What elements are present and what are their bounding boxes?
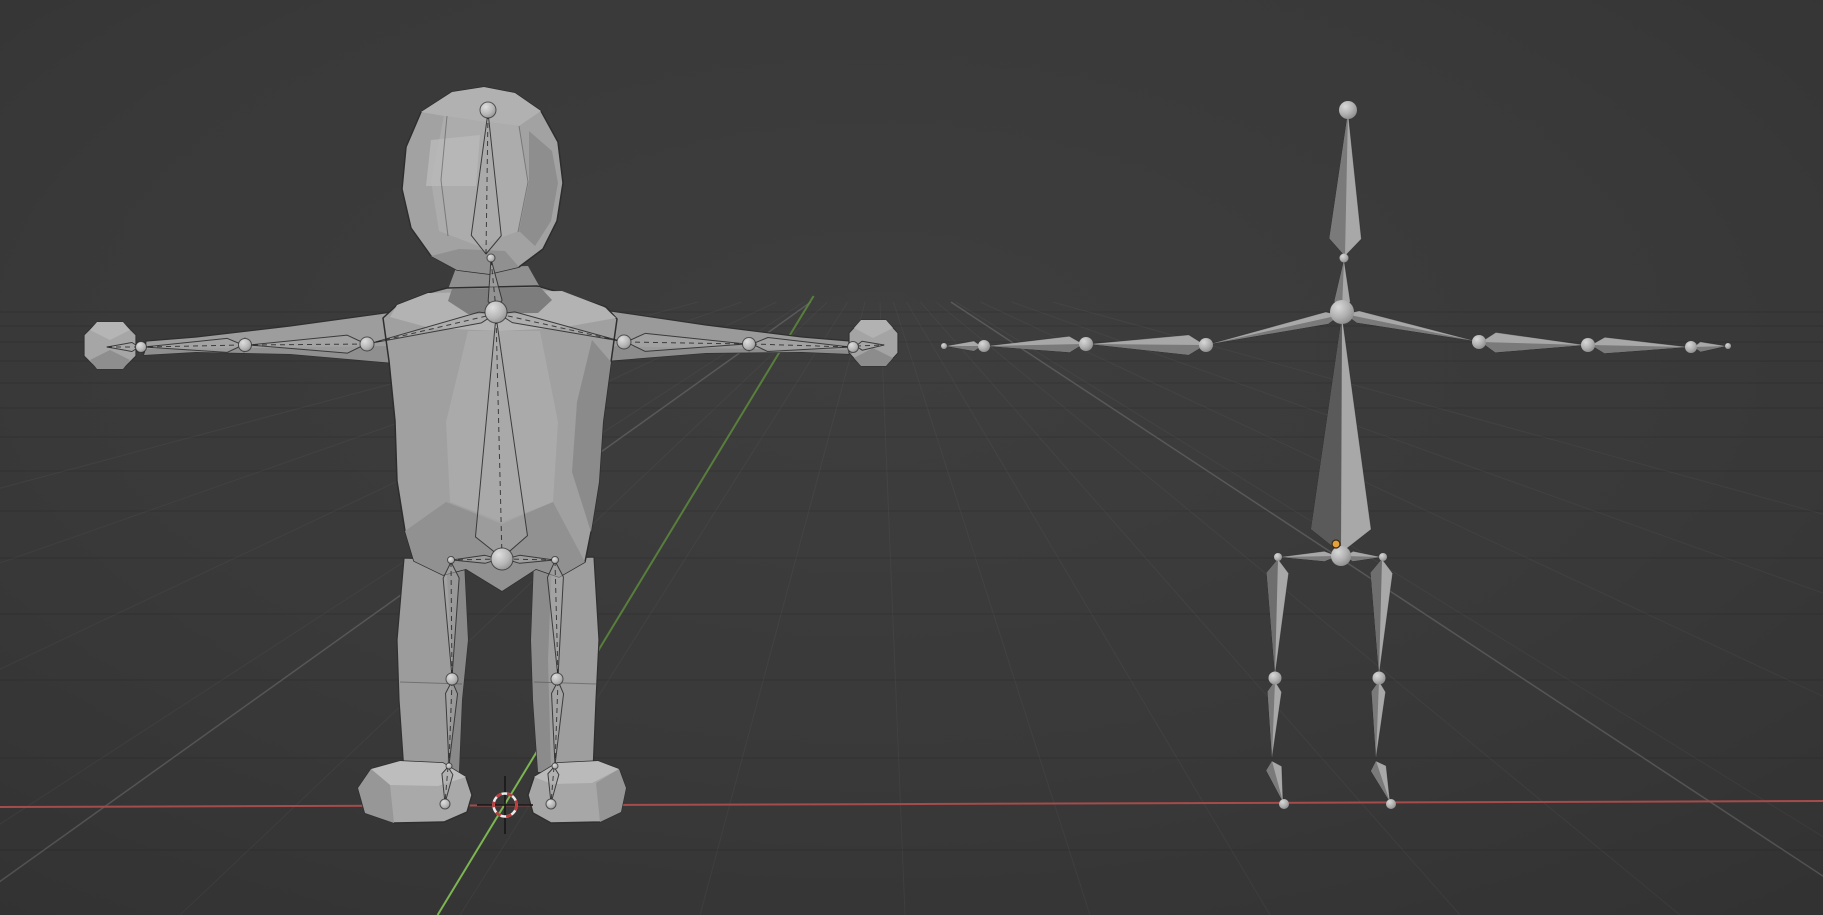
joint-knee-r[interactable] xyxy=(1373,672,1386,685)
joint-toe-l[interactable] xyxy=(1279,799,1289,809)
joint-chest[interactable] xyxy=(1330,300,1354,324)
joint-wrist-l[interactable] xyxy=(978,340,990,352)
joint-knee-l[interactable] xyxy=(446,673,458,685)
joint-ankle-r[interactable] xyxy=(552,763,558,769)
joint-toe-r[interactable] xyxy=(1386,799,1396,809)
joint-hip-l[interactable] xyxy=(448,557,455,564)
joint-shoulder-r[interactable] xyxy=(617,335,631,349)
joint-elbow-r[interactable] xyxy=(743,338,756,351)
joint-hand-tip-r[interactable] xyxy=(1725,343,1731,349)
joint-neck[interactable] xyxy=(487,254,495,262)
joint-ankle-l[interactable] xyxy=(446,763,452,769)
joint-hip-r[interactable] xyxy=(1379,553,1387,561)
joint-neck[interactable] xyxy=(1340,254,1349,263)
joint-chest[interactable] xyxy=(485,301,507,323)
viewport-canvas[interactable] xyxy=(0,0,1823,915)
joint-shoulder-l[interactable] xyxy=(360,337,374,351)
viewport-background xyxy=(0,0,1823,915)
joint-head-top[interactable] xyxy=(1339,101,1357,119)
joint-hip-l[interactable] xyxy=(1274,553,1282,561)
joint-shoulder-l[interactable] xyxy=(1199,338,1213,352)
mesh-head-bright[interactable] xyxy=(426,135,480,186)
joint-head-top[interactable] xyxy=(480,102,496,118)
joint-wrist-r[interactable] xyxy=(1685,341,1697,353)
joint-wrist-l[interactable] xyxy=(136,342,147,353)
joint-pelvis[interactable] xyxy=(491,548,513,570)
object-origin-dot xyxy=(1332,540,1340,548)
joint-hip-r[interactable] xyxy=(552,557,559,564)
joint-elbow-l[interactable] xyxy=(239,339,252,352)
joint-shoulder-r[interactable] xyxy=(1472,335,1486,349)
joint-knee-l[interactable] xyxy=(1269,672,1282,685)
joint-elbow-r[interactable] xyxy=(1581,338,1595,352)
joint-toe-r[interactable] xyxy=(546,799,556,809)
joint-toe-l[interactable] xyxy=(440,799,450,809)
joint-pelvis[interactable] xyxy=(1331,546,1351,566)
joint-hand-tip-l[interactable] xyxy=(941,343,947,349)
joint-elbow-l[interactable] xyxy=(1079,337,1093,351)
joint-knee-r[interactable] xyxy=(551,673,563,685)
joint-wrist-r[interactable] xyxy=(848,342,859,353)
blender-3d-viewport[interactable] xyxy=(0,0,1823,915)
